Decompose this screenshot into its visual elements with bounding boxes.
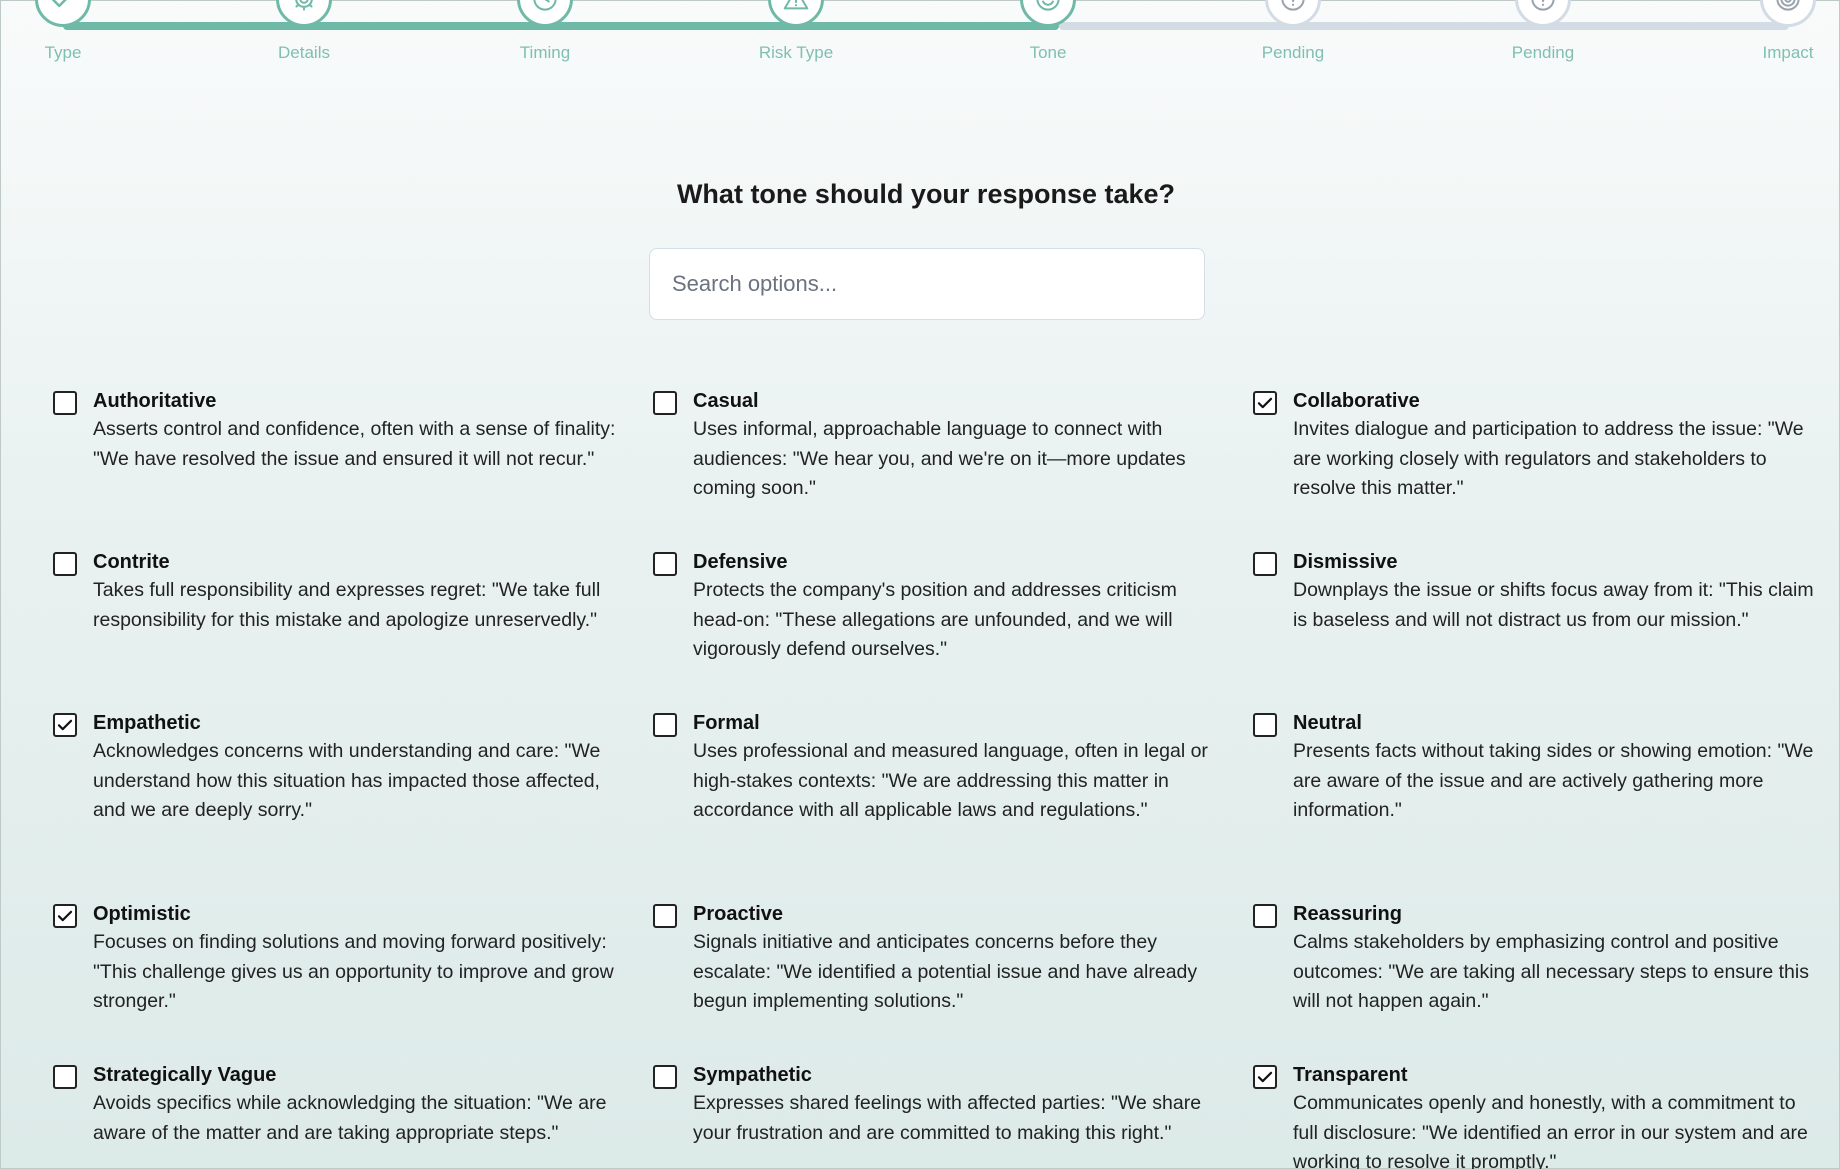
step-type[interactable]: Type	[0, 0, 133, 63]
option-checkbox[interactable]	[53, 1065, 77, 1089]
option-label: Optimistic	[93, 903, 191, 925]
check-icon	[35, 0, 91, 27]
option-checkbox[interactable]	[53, 713, 77, 737]
option-description: Uses informal, approachable language to …	[693, 418, 1186, 499]
question-icon	[1515, 0, 1571, 27]
option-checkbox[interactable]	[1253, 904, 1277, 928]
option-label: Empathetic	[93, 712, 201, 734]
option-label: Proactive	[693, 903, 784, 925]
option-checkbox[interactable]	[1253, 552, 1277, 576]
step-label: Details	[278, 43, 330, 62]
step-label: Tone	[1029, 43, 1067, 62]
progress-stepper: Type Details Timing Risk Type Tone Pendi…	[0, 0, 1840, 111]
option-description: Signals initiative and anticipates conce…	[693, 931, 1198, 1012]
option-checkbox[interactable]	[653, 391, 677, 415]
gear-icon	[276, 0, 332, 27]
option-label: Strategically Vague	[93, 1064, 277, 1086]
option-description: Takes full responsibility and expresses …	[93, 579, 601, 631]
option-label: Collaborative	[1293, 390, 1420, 412]
option-description: Focuses on finding solutions and moving …	[93, 931, 614, 1012]
option-checkbox[interactable]	[1253, 391, 1277, 415]
step-label: Impact	[1762, 43, 1814, 62]
step-pending-2[interactable]: Pending	[1473, 0, 1613, 63]
step-pending-1[interactable]: Pending	[1223, 0, 1363, 63]
option-checkbox[interactable]	[653, 713, 677, 737]
option-description: Protects the company's position and addr…	[693, 579, 1177, 660]
clock-icon	[517, 0, 573, 27]
question-title: What tone should your response take?	[676, 179, 1176, 209]
option-checkbox[interactable]	[653, 552, 677, 576]
option-label: Neutral	[1293, 712, 1362, 734]
step-label: Risk Type	[758, 43, 834, 62]
option-description: Communicates openly and honestly, with a…	[1293, 1092, 1808, 1169]
option-checkbox[interactable]	[1253, 713, 1277, 737]
search-input[interactable]	[649, 248, 1205, 320]
option-description: Asserts control and confidence, often wi…	[93, 418, 616, 470]
smiley-icon	[1020, 0, 1076, 27]
option-label: Formal	[693, 712, 760, 734]
option-label: Dismissive	[1293, 551, 1398, 573]
step-label: Type	[44, 43, 82, 62]
option-checkbox[interactable]	[653, 1065, 677, 1089]
stepper-track-remaining	[1059, 22, 1789, 30]
option-description: Avoids specifics while acknowledging the…	[93, 1092, 607, 1144]
step-label: Pending	[1511, 43, 1575, 62]
option-label: Sympathetic	[693, 1064, 812, 1086]
option-description: Acknowledges concerns with understanding…	[93, 740, 601, 821]
question-icon	[1265, 0, 1321, 27]
checkmark-icon	[57, 719, 73, 731]
option-checkbox[interactable]	[53, 391, 77, 415]
option-checkbox[interactable]	[1253, 1065, 1277, 1089]
option-description: Uses professional and measured language,…	[693, 740, 1208, 821]
option-checkbox[interactable]	[53, 552, 77, 576]
option-description: Expresses shared feelings with affected …	[693, 1092, 1202, 1144]
step-details[interactable]: Details	[234, 0, 374, 63]
step-label: Timing	[519, 43, 571, 62]
option-label: Transparent	[1293, 1064, 1408, 1086]
step-label: Pending	[1261, 43, 1325, 62]
option-label: Authoritative	[93, 390, 217, 412]
option-checkbox[interactable]	[53, 904, 77, 928]
option-label: Casual	[693, 390, 759, 412]
option-label: Contrite	[93, 551, 170, 573]
warning-icon	[768, 0, 824, 27]
checkmark-icon	[57, 910, 73, 922]
option-checkbox[interactable]	[653, 904, 677, 928]
checkmark-icon	[1257, 1071, 1273, 1083]
step-risk-type[interactable]: Risk Type	[726, 0, 866, 63]
step-impact[interactable]: Impact	[1718, 0, 1840, 63]
option-description: Presents facts without taking sides or s…	[1293, 740, 1814, 821]
step-tone[interactable]: Tone	[978, 0, 1118, 63]
target-icon	[1760, 0, 1816, 27]
option-description: Downplays the issue or shifts focus away…	[1293, 579, 1814, 631]
option-description: Invites dialogue and participation to ad…	[1293, 418, 1804, 499]
option-description: Calms stakeholders by emphasizing contro…	[1293, 931, 1809, 1012]
option-label: Reassuring	[1293, 903, 1402, 925]
option-label: Defensive	[693, 551, 788, 573]
checkmark-icon	[1257, 397, 1273, 409]
step-timing[interactable]: Timing	[475, 0, 615, 63]
